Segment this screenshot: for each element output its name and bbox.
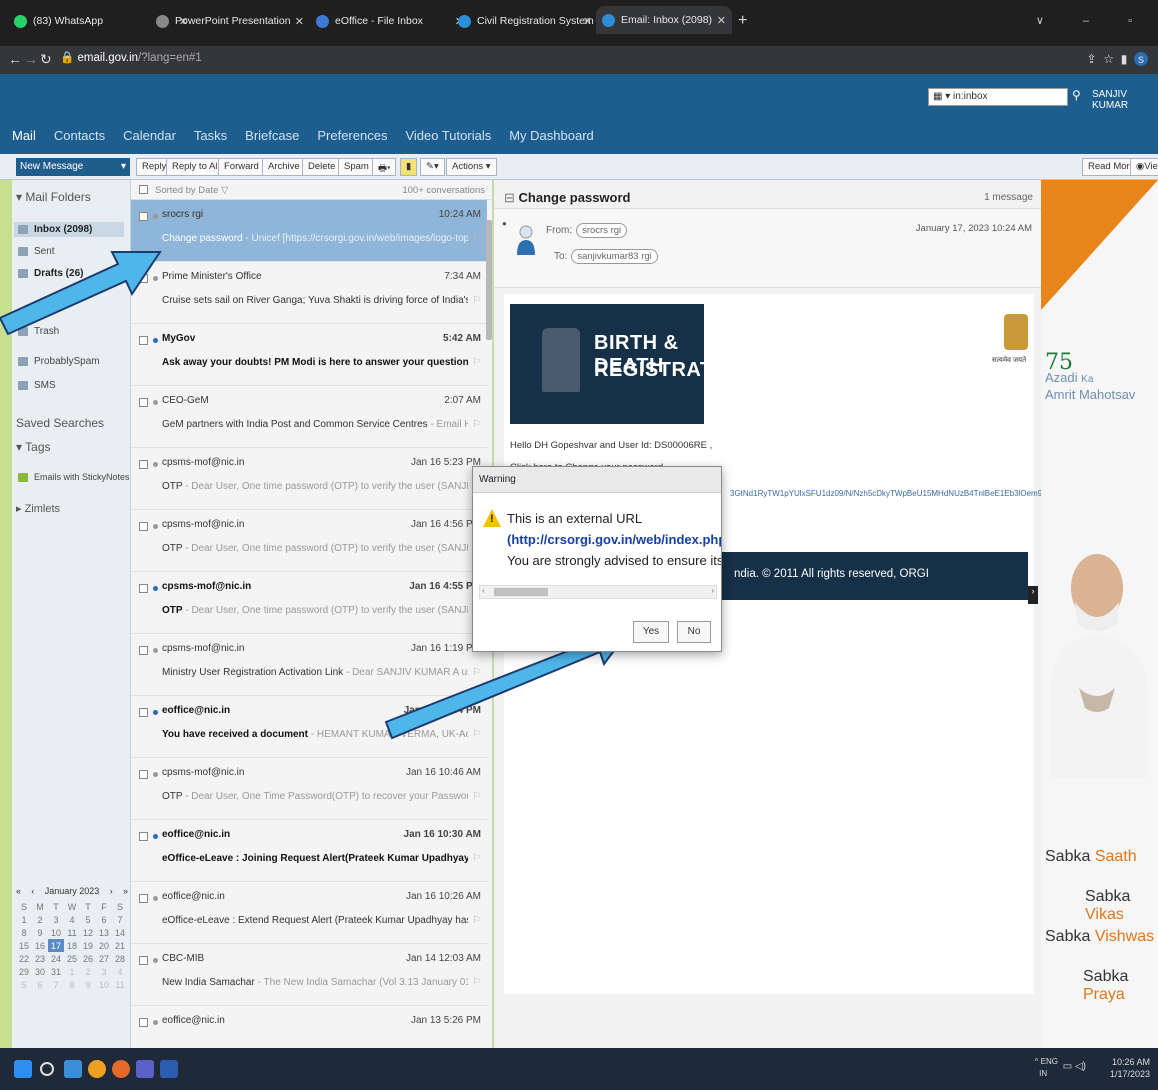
clock[interactable]: 10:26 AM 1/17/2023 (1110, 1056, 1150, 1080)
scroll-right-icon[interactable]: › (711, 586, 714, 595)
scroll-left-icon[interactable]: ‹ (482, 586, 485, 595)
network-volume-icon[interactable]: ▭ ◁) (1063, 1061, 1086, 1072)
lang-top: ENG (1040, 1057, 1058, 1066)
lang-bottom: IN (1039, 1069, 1048, 1078)
word-icon[interactable] (160, 1060, 178, 1078)
dialog-scrollbar[interactable]: ‹ › (479, 585, 717, 599)
no-button[interactable]: No (677, 621, 711, 643)
clock-date: 1/17/2023 (1109, 1069, 1150, 1079)
dialog-advice: You are strongly advised to ensure its a… (507, 553, 721, 568)
file-explorer-icon[interactable] (64, 1060, 82, 1078)
windows-start-icon[interactable] (14, 1060, 32, 1078)
taskbar: ^ ENG IN ▭ ◁) 10:26 AM 1/17/2023 (0, 1048, 1158, 1090)
warning-mark: ! (490, 513, 494, 525)
warning-dialog: Warning ! This is an external URL (http:… (472, 466, 722, 652)
clock-time: 10:26 AM (1111, 1057, 1150, 1067)
yes-button[interactable]: Yes (633, 621, 669, 643)
dialog-message: This is an external URL (507, 511, 643, 526)
search-icon[interactable] (40, 1062, 54, 1076)
firefox-icon[interactable] (112, 1060, 130, 1078)
scrollbar-thumb[interactable] (494, 588, 548, 596)
language-indicator[interactable]: ^ ENG IN (1035, 1056, 1058, 1080)
teams-icon[interactable] (136, 1060, 154, 1078)
dialog-url: (http://crsorgi.gov.in/web/index.php/aut… (507, 532, 721, 547)
chrome-icon[interactable] (88, 1060, 106, 1078)
arrow-to-selected-message (0, 251, 162, 336)
dialog-title: Warning (473, 467, 721, 493)
